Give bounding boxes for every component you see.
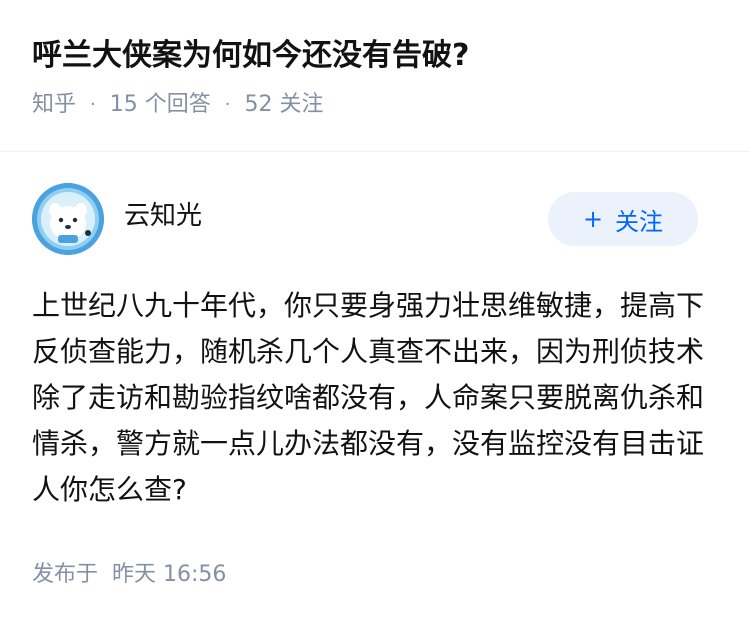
author-name[interactable]: 云知光 — [124, 199, 202, 233]
question-header: 呼兰大侠案为何如今还没有告破? 知乎 · 15 个回答 · 52 关注 — [32, 34, 730, 120]
follow-label: 关注 — [615, 207, 664, 236]
meta-separator: · — [90, 94, 96, 115]
posted-label: 发布于 — [32, 562, 99, 587]
author-row: 云知光 + 关注 — [32, 183, 698, 255]
meta-separator: · — [224, 94, 231, 115]
posted-time: 昨天 16:56 — [112, 562, 227, 587]
avatar[interactable] — [32, 183, 104, 255]
plus-icon: + — [582, 205, 604, 233]
followers-count[interactable]: 52 关注 — [244, 90, 323, 120]
answer-content[interactable]: 上世纪八九十年代，你只要身强力壮思维敏捷，提高下反侦查能力，随机杀几个人真查不出… — [32, 283, 714, 513]
follow-button[interactable]: + 关注 — [548, 192, 698, 246]
question-title[interactable]: 呼兰大侠案为何如今还没有告破? — [32, 34, 730, 78]
divider — [0, 151, 750, 152]
source-label[interactable]: 知乎 — [32, 90, 76, 120]
question-meta: 知乎 · 15 个回答 · 52 关注 — [32, 90, 730, 120]
answers-count[interactable]: 15 个回答 — [110, 90, 211, 120]
answer-footer: 发布于 昨天 16:56 — [32, 560, 226, 590]
avatar-icon — [32, 183, 104, 255]
